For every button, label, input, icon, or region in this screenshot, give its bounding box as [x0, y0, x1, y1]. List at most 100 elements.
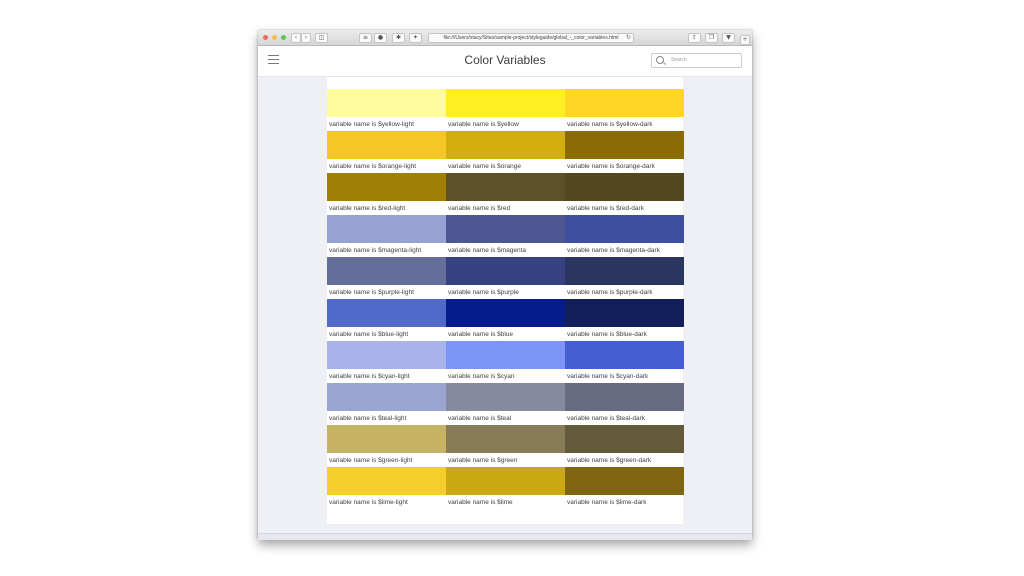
swatch-row: variable name is $teal-light variable nam… [327, 383, 684, 424]
swatch-color-block [327, 131, 446, 159]
swatch-label: variable name is $cyan-light [329, 373, 410, 380]
tabs-overview-icon[interactable]: ❐ [705, 33, 718, 43]
color-swatch: variable name is $lime-dark [565, 467, 684, 508]
status-bar [258, 533, 752, 540]
swatch-color-block [565, 89, 684, 117]
color-swatch: variable name is $cyan [446, 341, 565, 382]
swatch-label: variable name is $yellow-light [329, 121, 414, 128]
color-swatch: variable name is $blue [446, 299, 565, 340]
color-swatch: variable name is $blue-dark [565, 299, 684, 340]
swatch-label: variable name is $purple-light [329, 289, 414, 296]
zoom-window-button[interactable] [281, 35, 286, 40]
color-swatch: variable name is $purple-dark [565, 257, 684, 298]
swatch-label: variable name is $purple [448, 289, 519, 296]
minimize-window-button[interactable] [272, 35, 277, 40]
swatch-color-block [327, 299, 446, 327]
color-swatch: variable name is $yellow-dark [565, 89, 684, 130]
swatch-row: variable name is $yellow-light variable n… [327, 89, 684, 130]
swatch-color-block [446, 89, 565, 117]
swatch-label: variable name is $cyan [448, 373, 515, 380]
swatch-color-block [327, 173, 446, 201]
extension-icon[interactable]: ✦ [409, 33, 422, 43]
color-swatch: variable name is $teal-light [327, 383, 446, 424]
swatch-label: variable name is $teal-light [329, 415, 407, 422]
browser-window: ‹ › ◫ ≡ ● ✱ ✦ file:///Users/stacy/Sites/… [258, 30, 752, 540]
swatch-label: variable name is $red-dark [567, 205, 644, 212]
swatch-color-block [565, 383, 684, 411]
new-tab-button[interactable]: + [740, 35, 750, 45]
swatch-label: variable name is $magenta-dark [567, 247, 660, 254]
swatch-label: variable name is $blue-light [329, 331, 409, 338]
search-icon [656, 56, 664, 64]
color-swatch-grid: variable name is $yellow-light variable n… [327, 77, 684, 524]
color-swatch: variable name is $purple-light [327, 257, 446, 298]
swatch-label: variable name is $blue [448, 331, 514, 338]
swatch-color-block [565, 425, 684, 453]
privacy-icon[interactable]: ● [374, 33, 387, 43]
swatch-row: variable name is $blue-light variable nam… [327, 299, 684, 340]
color-swatch: variable name is $red [446, 173, 565, 214]
color-swatch: variable name is $cyan-light [327, 341, 446, 382]
swatch-row: variable name is $red-light variable name… [327, 173, 684, 214]
swatch-label: variable name is $green-dark [567, 457, 652, 464]
swatch-color-block [446, 383, 565, 411]
color-swatch: variable name is $lime-light [327, 467, 446, 508]
color-swatch: variable name is $magenta [446, 215, 565, 256]
swatch-color-block [446, 131, 565, 159]
swatch-color-block [565, 341, 684, 369]
swatch-label: variable name is $yellow [448, 121, 519, 128]
color-swatch: variable name is $green-dark [565, 425, 684, 466]
swatch-label: variable name is $green-light [329, 457, 413, 464]
color-swatch: variable name is $magenta-light [327, 215, 446, 256]
swatch-row: variable name is $purple-light variable n… [327, 257, 684, 298]
swatch-color-block [327, 467, 446, 495]
swatch-color-block [446, 341, 565, 369]
swatch-label: variable name is $magenta-light [329, 247, 422, 254]
swatch-color-block [446, 257, 565, 285]
sidebar-toggle-button[interactable]: ◫ [315, 33, 328, 43]
swatch-color-block [327, 425, 446, 453]
color-swatch: variable name is $blue-light [327, 299, 446, 340]
swatch-label: variable name is $yellow-dark [567, 121, 653, 128]
search-input[interactable]: Search [651, 53, 742, 68]
color-swatch: variable name is $teal-dark [565, 383, 684, 424]
reload-icon[interactable]: ↻ [626, 34, 631, 42]
swatch-color-block [446, 299, 565, 327]
swatch-color-block [565, 131, 684, 159]
color-swatch: variable name is $orange-dark [565, 131, 684, 172]
swatch-label: variable name is $orange-dark [567, 163, 655, 170]
swatch-label: variable name is $blue-dark [567, 331, 647, 338]
color-swatch: variable name is $yellow [446, 89, 565, 130]
color-swatch: variable name is $red-dark [565, 173, 684, 214]
swatch-label: variable name is $orange [448, 163, 521, 170]
swatch-label: variable name is $lime-dark [567, 499, 647, 506]
browser-toolbar: ‹ › ◫ ≡ ● ✱ ✦ file:///Users/stacy/Sites/… [258, 30, 752, 46]
swatch-label: variable name is $green [448, 457, 518, 464]
swatch-row: variable name is $lime-light variable nam… [327, 467, 684, 508]
address-text: file:///Users/stacy/Sites/sample-project… [443, 35, 619, 41]
settings-gear-icon[interactable]: ✱ [392, 33, 405, 43]
swatch-label: variable name is $red-light [329, 205, 406, 212]
close-window-button[interactable] [263, 35, 268, 40]
swatch-color-block [327, 341, 446, 369]
back-button[interactable]: ‹ [291, 33, 301, 43]
share-icon[interactable]: ⇧ [688, 33, 701, 43]
color-swatch: variable name is $purple [446, 257, 565, 298]
reader-icon[interactable]: ≡ [359, 33, 372, 43]
swatch-color-block [327, 89, 446, 117]
swatch-row: variable name is $magenta-light variable … [327, 215, 684, 256]
color-swatch: variable name is $magenta-dark [565, 215, 684, 256]
swatch-color-block [565, 257, 684, 285]
swatch-label: variable name is $orange-light [329, 163, 417, 170]
swatch-color-block [565, 173, 684, 201]
color-swatch: variable name is $green [446, 425, 565, 466]
address-bar[interactable]: file:///Users/stacy/Sites/sample-project… [428, 33, 634, 43]
swatch-color-block [327, 383, 446, 411]
forward-button[interactable]: › [301, 33, 311, 43]
page-header: Color Variables Search [258, 46, 752, 77]
color-swatch: variable name is $lime [446, 467, 565, 508]
downloads-icon[interactable]: ▼ [722, 33, 735, 43]
color-swatch: variable name is $orange [446, 131, 565, 172]
color-swatch: variable name is $teal [446, 383, 565, 424]
color-swatch: variable name is $red-light [327, 173, 446, 214]
